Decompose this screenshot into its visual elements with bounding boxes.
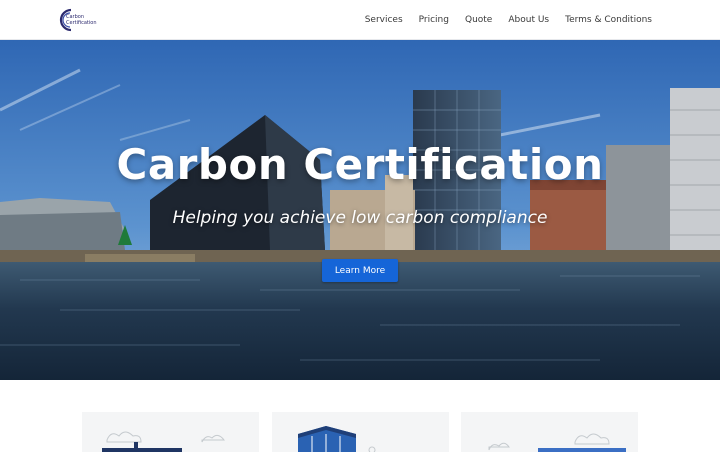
nav-link-pricing[interactable]: Pricing bbox=[419, 15, 449, 25]
nav-link-services[interactable]: Services bbox=[365, 15, 403, 25]
hero-subtitle: Helping you achieve low carbon complianc… bbox=[172, 208, 548, 228]
brand-logo[interactable]: Carbon Certification bbox=[58, 7, 102, 33]
hero-section: Carbon Certification Helping you achieve… bbox=[0, 40, 720, 380]
logo-text-line2: Certification bbox=[66, 19, 97, 26]
service-card-1[interactable] bbox=[82, 412, 259, 452]
logo-wordmark: Carbon Certification bbox=[66, 14, 97, 26]
house-illustration-icon bbox=[102, 431, 226, 452]
office-building-illustration-icon bbox=[298, 426, 376, 452]
nav-link-about-us[interactable]: About Us bbox=[508, 15, 549, 25]
service-card-3[interactable] bbox=[461, 412, 638, 452]
top-navbar: Carbon Certification Services Pricing Qu… bbox=[0, 0, 720, 40]
main-menu: Services Pricing Quote About Us Terms & … bbox=[365, 0, 652, 40]
nav-link-quote[interactable]: Quote bbox=[465, 15, 492, 25]
clouds-illustration-icon bbox=[488, 433, 626, 452]
services-cards bbox=[0, 380, 720, 452]
service-card-2[interactable] bbox=[272, 412, 449, 452]
nav-link-terms[interactable]: Terms & Conditions bbox=[565, 15, 652, 25]
learn-more-button[interactable]: Learn More bbox=[322, 259, 398, 282]
hero-title: Carbon Certification bbox=[116, 140, 604, 189]
